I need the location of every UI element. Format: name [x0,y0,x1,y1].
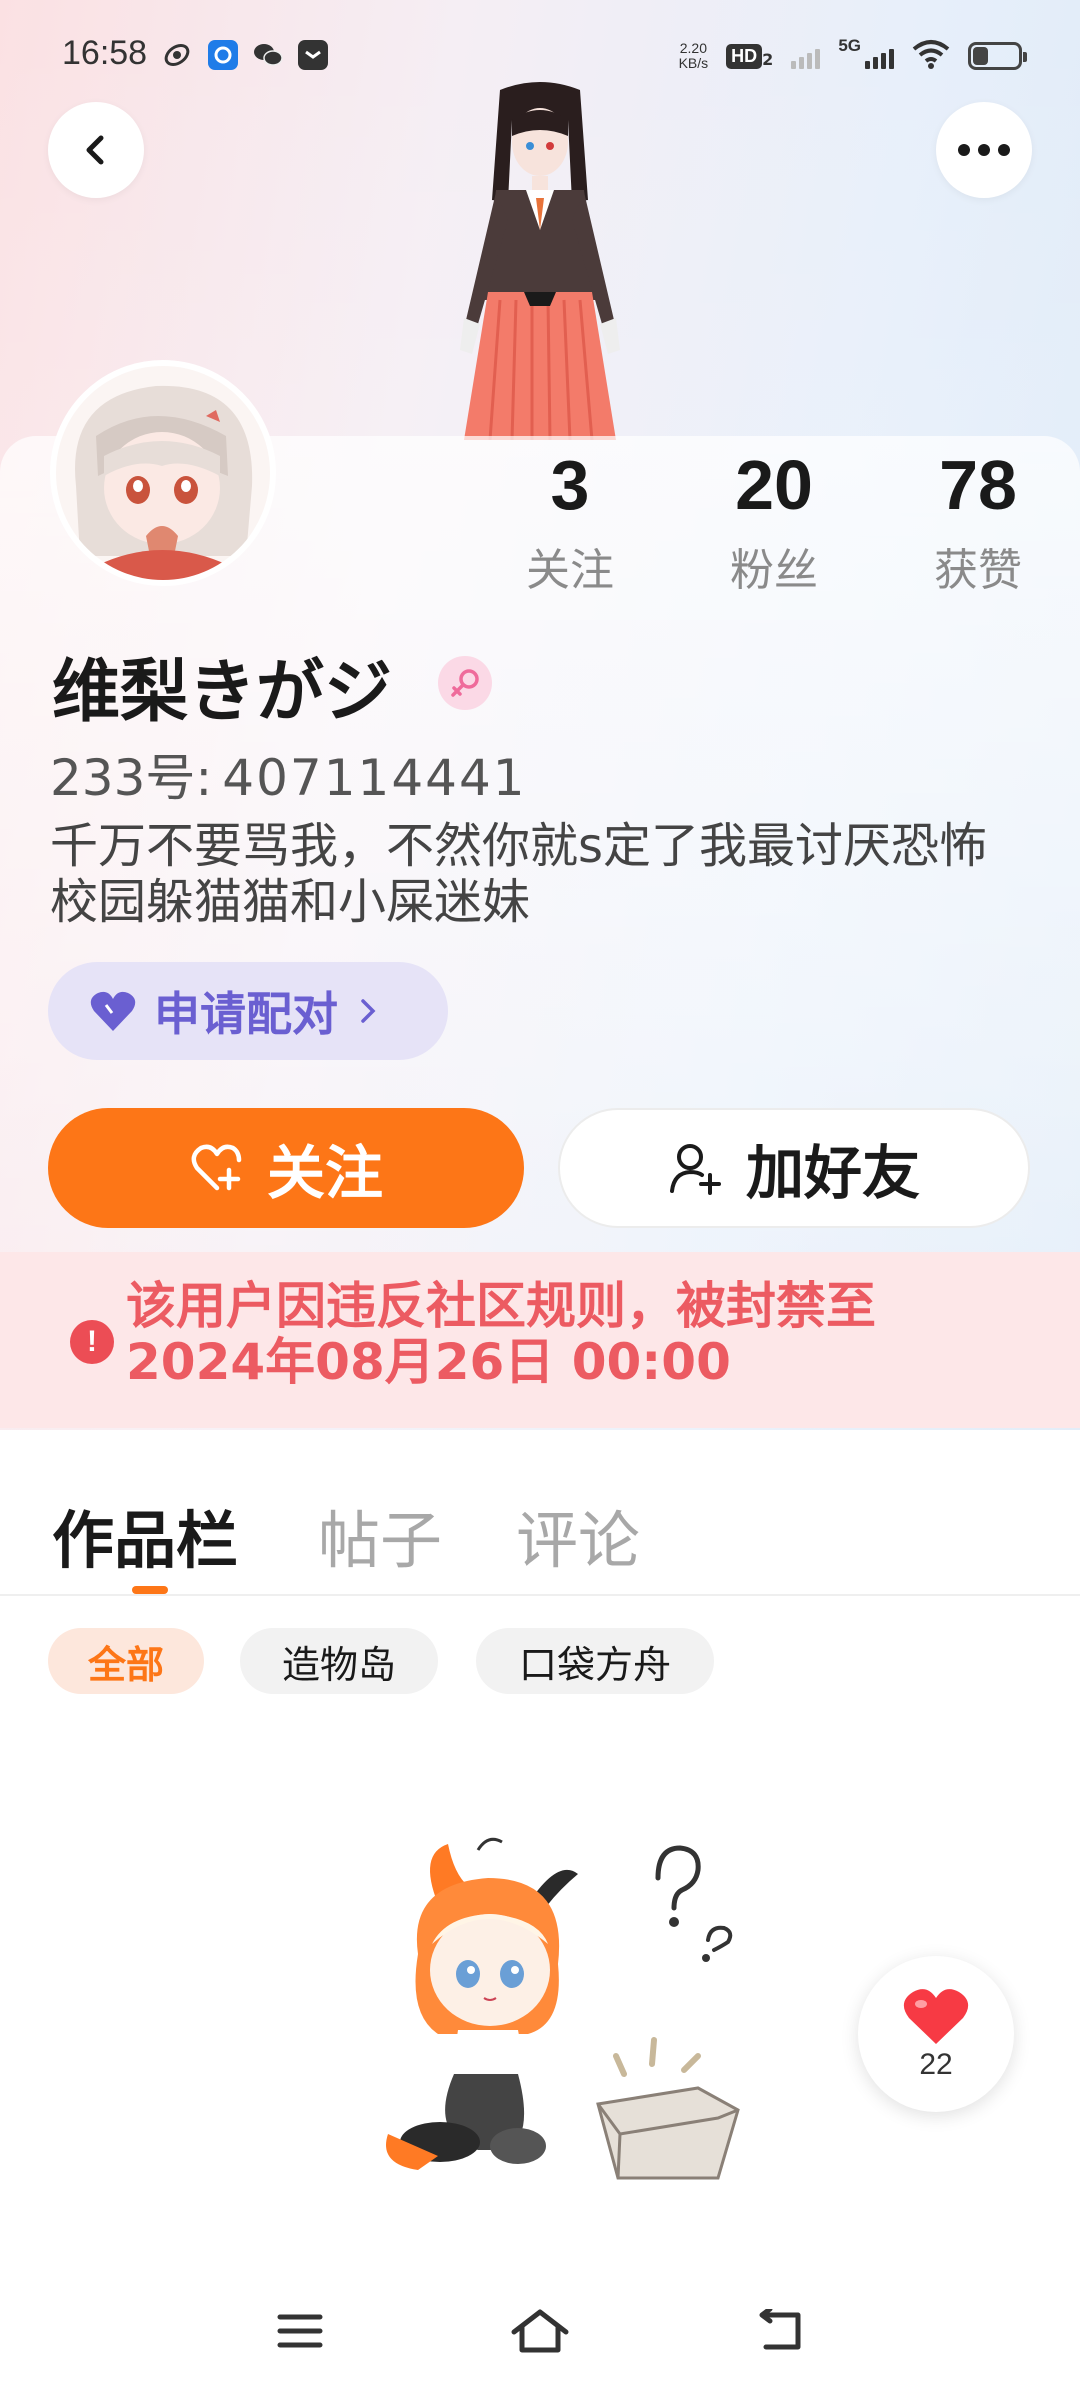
more-button[interactable] [936,102,1032,198]
app-notification-icon [162,40,192,70]
profile-stats: 3 关注 20 粉丝 78 获赞 [490,440,1050,600]
heart-icon [90,991,136,1031]
filter-chip-creation-island[interactable]: 造物岛 [240,1628,438,1694]
username: 维梨きがジ [52,653,393,732]
follow-button[interactable]: 关注 [48,1108,524,1228]
tab-comments[interactable]: 评论 [516,1490,640,1580]
likes-stat[interactable]: 78 获赞 [898,440,1058,598]
back-nav-icon [759,2309,801,2350]
filter-chip-pocket-ark[interactable]: 口袋方舟 [476,1628,714,1694]
content-tabs: 作品栏 帖子 评论 [0,1464,1080,1596]
ban-notice-banner: ! 该用户因违反社区规则，被封禁至2024年08月26日 00:00 [0,1252,1080,1428]
network-type: 5G [838,36,861,55]
network-speed: 2.20 KB/s [678,40,709,71]
like-button[interactable]: 22 [858,1956,1014,2112]
back-nav-button[interactable] [740,2296,820,2366]
user-avatar[interactable] [50,360,276,586]
followers-stat[interactable]: 20 粉丝 [694,440,854,598]
empty-state-illustration [358,1834,758,2194]
ban-notice-text: 该用户因违反社区规则，被封禁至2024年08月26日 00:00 [126,1277,876,1391]
home-icon [511,2309,569,2353]
chevron-left-icon [86,135,104,165]
filter-chip-all[interactable]: 全部 [48,1628,204,1694]
app-notification-icon [298,40,328,70]
status-time: 16:58 [62,34,148,72]
add-user-icon [669,1144,721,1195]
heart-icon [903,1989,969,2044]
profile-screen: 16:58 2.20 KB/s HD 2 5G 3 关注 20 粉丝 78 获赞… [0,0,1080,2388]
warning-icon: ! [70,1320,114,1364]
more-icon [958,144,1010,156]
wechat-icon [252,40,283,70]
back-button[interactable] [48,102,144,198]
battery-icon [968,42,1027,70]
menu-nav-button[interactable] [260,2296,340,2366]
user-bio: 千万不要骂我，不然你就s定了我最讨厌恐怖校园躲猫猫和小屎迷妹 [50,818,988,930]
chevron-right-icon [361,999,376,1023]
wifi-icon [912,39,950,73]
add-friend-button[interactable]: 加好友 [558,1108,1030,1228]
user-id: 233号: 407114441 [50,749,527,807]
heart-plus-icon [191,1144,242,1191]
tab-works[interactable]: 作品栏 [52,1490,238,1580]
signal-icon [865,43,894,69]
content-section: 作品栏 帖子 评论 全部 造物岛 口袋方舟 [0,1464,1080,2388]
request-pair-button[interactable]: 申请配对 [48,962,448,1060]
active-tab-indicator [132,1586,168,1594]
female-gender-icon [438,656,492,710]
signal-icon [791,43,821,69]
system-navigation-bar [0,2270,1080,2388]
avatar-character-figure [400,80,680,441]
tab-posts[interactable]: 帖子 [318,1490,442,1580]
home-nav-button[interactable] [500,2296,580,2366]
menu-icon [277,2314,323,2348]
following-stat[interactable]: 3 关注 [490,440,650,598]
app-notification-icon [208,40,238,70]
hd-voice-icon: HD 2 [726,43,773,69]
